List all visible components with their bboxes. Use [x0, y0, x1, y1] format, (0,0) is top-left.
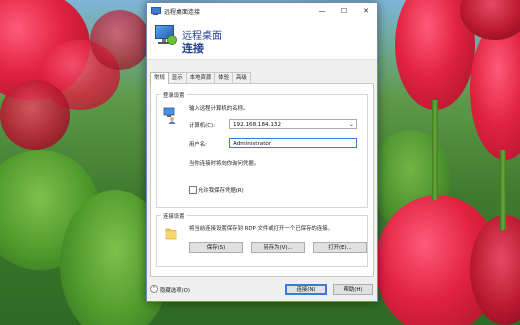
- tab-local-resources[interactable]: 本地资源: [185, 72, 216, 83]
- remote-desktop-window: 远程桌面连接 — ☐ ✕ 远程桌面 连接 常规 显示 本地资源 体验 高级 登录…: [146, 2, 378, 302]
- dialog-footer: ⌃ 隐藏选项(O) 连接(N) 帮助(H): [147, 279, 377, 301]
- title-bar[interactable]: 远程桌面连接 — ☐ ✕: [147, 3, 377, 19]
- open-button[interactable]: 打开(E)...: [313, 242, 367, 253]
- connect-button[interactable]: 连接(N): [285, 284, 327, 295]
- tab-display[interactable]: 显示: [167, 72, 187, 83]
- computer-combobox[interactable]: 192.168.184.132 ⌄: [229, 119, 357, 129]
- username-value: Administrator: [233, 141, 272, 147]
- chevron-up-icon[interactable]: ⌃: [150, 285, 158, 293]
- login-settings-group: 登录设置 输入远程计算机的名称。 计算机(C): 192.168.184.132…: [156, 91, 368, 208]
- connection-hint: 将当前连接设置保存到 RDP 文件或打开一个已保存的连接。: [189, 226, 333, 232]
- remote-desktop-icon: [151, 7, 161, 15]
- username-label: 用户名:: [189, 142, 207, 148]
- folder-icon: [165, 228, 177, 240]
- minimize-button[interactable]: —: [311, 3, 333, 19]
- tab-general[interactable]: 常规: [150, 72, 169, 84]
- tab-advanced[interactable]: 高级: [231, 72, 251, 83]
- tab-panel-general: 登录设置 输入远程计算机的名称。 计算机(C): 192.168.184.132…: [150, 83, 374, 277]
- wallpaper-stem: [432, 100, 438, 200]
- save-as-button[interactable]: 另存为(V)...: [251, 242, 305, 253]
- wallpaper-stem: [500, 150, 506, 230]
- computer-user-icon: [163, 107, 176, 124]
- save-credentials-label[interactable]: 允许我保存凭据(R): [198, 186, 244, 194]
- window-title: 远程桌面连接: [164, 8, 201, 16]
- computer-value: 192.168.184.132: [233, 122, 282, 128]
- remote-desktop-large-icon: [155, 25, 177, 47]
- wallpaper-tulip: [0, 80, 70, 150]
- wallpaper-tulip: [470, 20, 520, 160]
- username-field[interactable]: Administrator: [229, 138, 357, 148]
- header-subtitle: 连接: [182, 42, 204, 55]
- tab-bar: 常规 显示 本地资源 体验 高级: [150, 72, 251, 84]
- close-button[interactable]: ✕: [355, 3, 377, 19]
- dialog-header: 远程桌面 连接: [147, 19, 377, 60]
- hide-options-toggle[interactable]: 隐藏选项(O): [160, 286, 190, 294]
- save-credentials-checkbox[interactable]: [189, 186, 197, 194]
- connection-settings-title: 连接设置: [161, 212, 187, 220]
- tab-experience[interactable]: 体验: [214, 72, 233, 83]
- credentials-note: 当你连接时将向你询问凭据。: [189, 161, 260, 167]
- help-button[interactable]: 帮助(H): [333, 284, 373, 295]
- login-settings-title: 登录设置: [161, 91, 187, 99]
- maximize-button[interactable]: ☐: [333, 3, 355, 19]
- login-hint: 输入远程计算机的名称。: [189, 106, 249, 112]
- save-button[interactable]: 保存(S): [189, 242, 243, 253]
- chevron-down-icon[interactable]: ⌄: [349, 120, 354, 130]
- connection-settings-group: 连接设置 将当前连接设置保存到 RDP 文件或打开一个已保存的连接。 保存(S)…: [156, 212, 368, 267]
- wallpaper-tulip: [90, 10, 150, 70]
- computer-label: 计算机(C):: [189, 123, 215, 129]
